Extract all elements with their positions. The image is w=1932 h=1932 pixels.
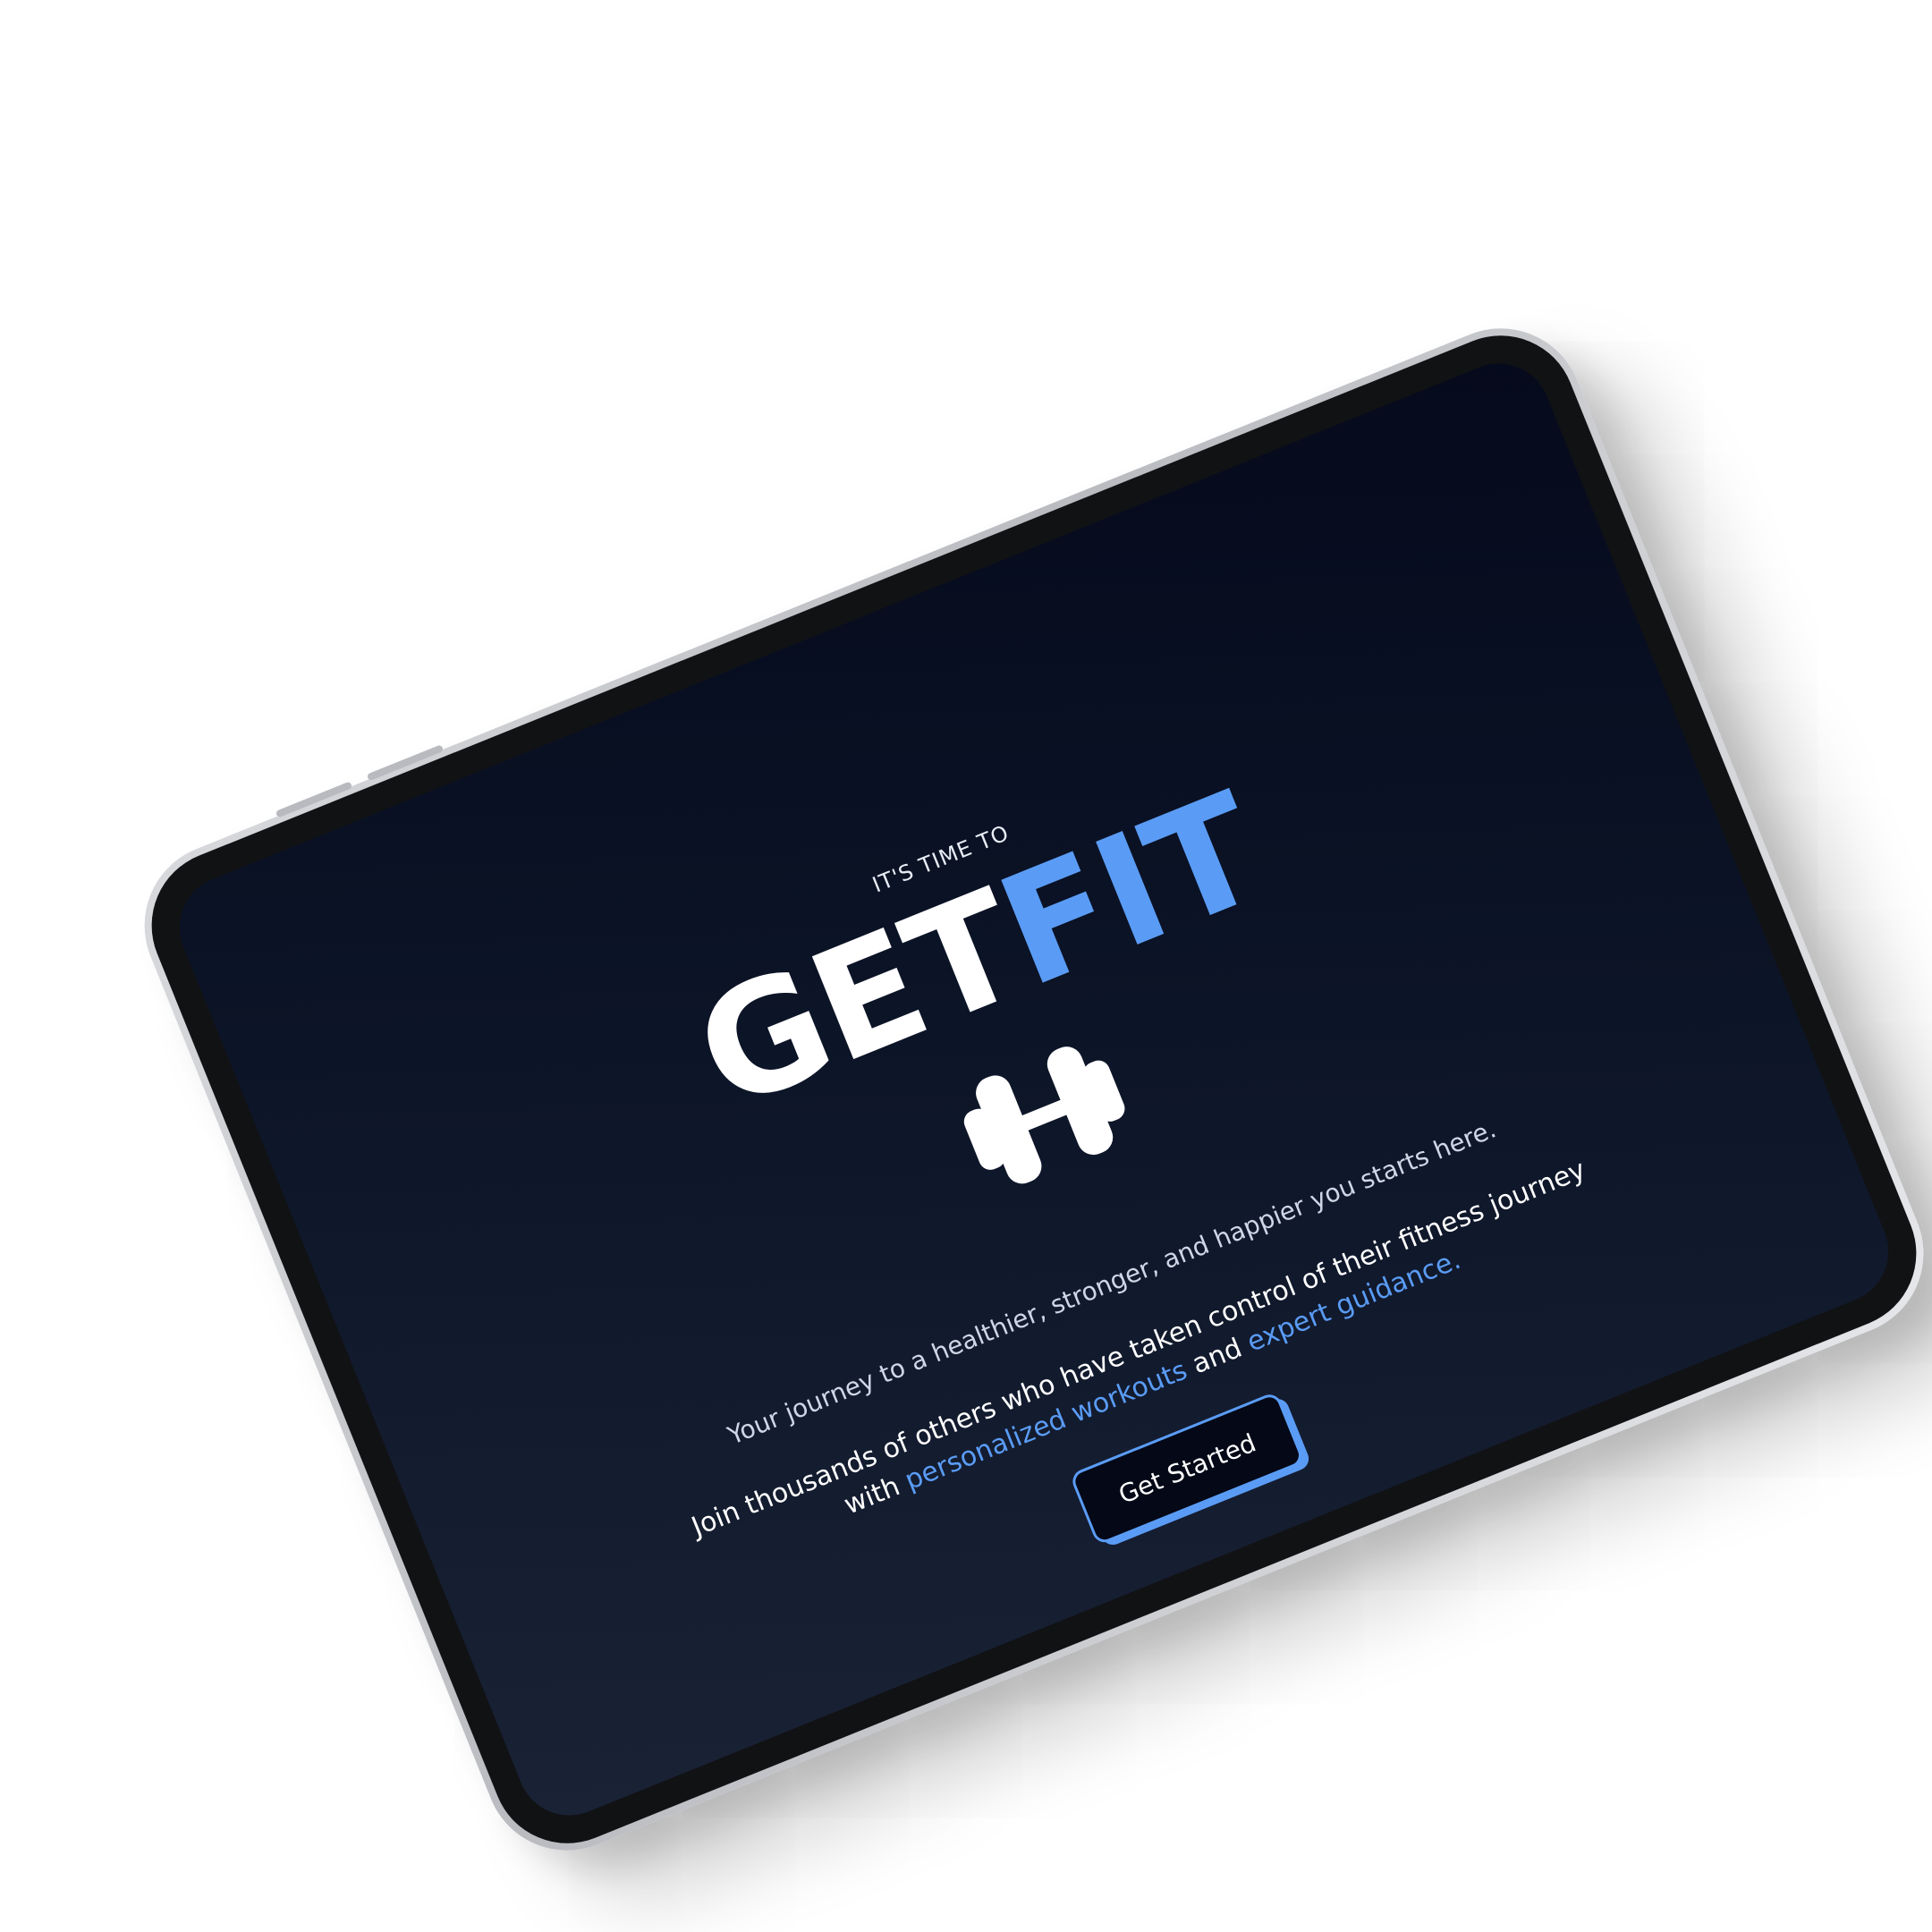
tablet-device: IT'S TIME TO GETFIT Your journey to a he… — [119, 303, 1932, 1876]
hero-section: IT'S TIME TO GETFIT Your journey to a he… — [164, 348, 1903, 1831]
tablet-screen: IT'S TIME TO GETFIT Your journey to a he… — [164, 347, 1904, 1832]
tablet-bezel: IT'S TIME TO GETFIT Your journey to a he… — [129, 312, 1932, 1867]
mockup-stage: IT'S TIME TO GETFIT Your journey to a he… — [0, 0, 1932, 1932]
